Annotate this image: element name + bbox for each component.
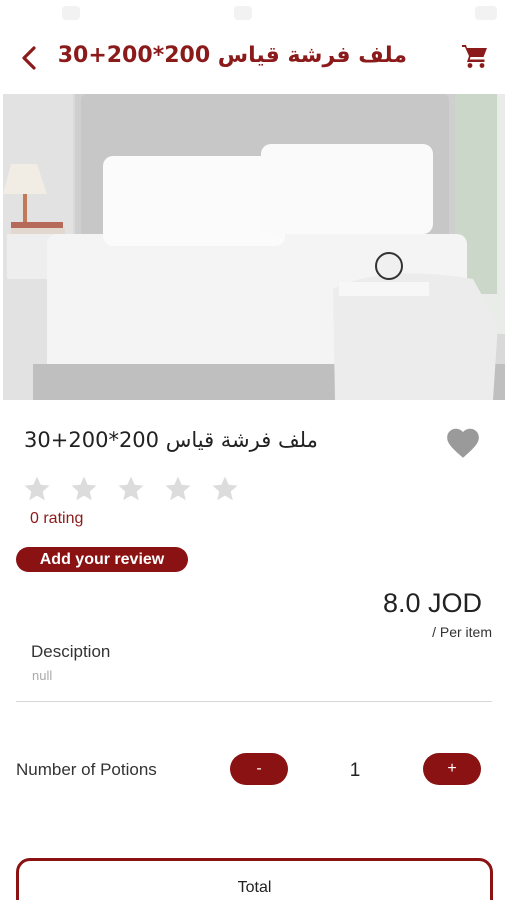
- decrease-quantity-button[interactable]: -: [230, 753, 288, 785]
- star-icon[interactable]: [116, 474, 146, 504]
- status-indicator-center: [234, 6, 252, 20]
- star-icon[interactable]: [69, 474, 99, 504]
- favorite-button[interactable]: [444, 424, 482, 462]
- app-header: ملف فرشة قياس 200*200+30: [0, 30, 507, 88]
- total-button[interactable]: Total: [16, 858, 493, 900]
- heart-icon: [447, 428, 479, 458]
- price: 8.0 JOD: [382, 588, 482, 618]
- back-button[interactable]: [14, 40, 44, 76]
- status-bar: [0, 0, 507, 28]
- page-title: ملف فرشة قياس 200*200+30: [57, 43, 407, 68]
- add-review-button[interactable]: Add your review: [16, 547, 188, 572]
- rating-count: 0 rating: [30, 510, 84, 527]
- product-title: ملف فرشة قياس 200*200+30: [24, 428, 318, 452]
- price-unit: / Per item: [432, 624, 492, 640]
- shopping-cart-icon: [462, 45, 487, 68]
- rating-stars: [22, 474, 240, 504]
- total-label: Total: [237, 879, 272, 896]
- description-label: Desciption: [31, 642, 111, 661]
- quantity-label: Number of Potions: [16, 760, 157, 779]
- cart-button[interactable]: [459, 40, 491, 72]
- product-image: [3, 94, 505, 400]
- status-indicator-right: [475, 6, 497, 20]
- star-icon[interactable]: [163, 474, 193, 504]
- description-value: null: [32, 668, 53, 683]
- divider: [16, 701, 492, 702]
- star-icon[interactable]: [210, 474, 240, 504]
- quantity-value: 1: [349, 760, 361, 781]
- status-indicator-left: [62, 6, 80, 20]
- star-icon[interactable]: [22, 474, 52, 504]
- increase-quantity-button[interactable]: +: [423, 753, 481, 785]
- chevron-left-icon: [22, 46, 36, 70]
